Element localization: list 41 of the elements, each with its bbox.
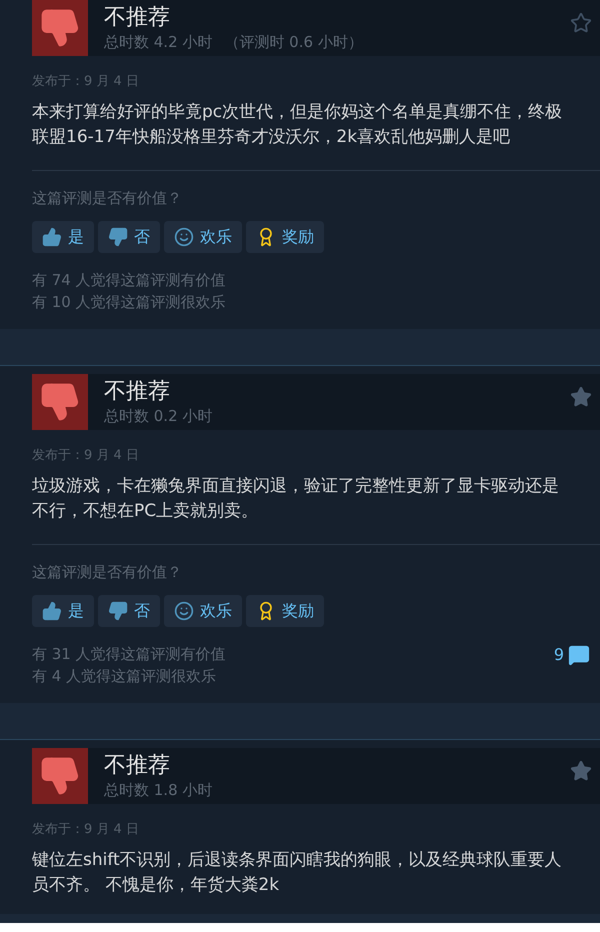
thumbs-down-icon <box>108 601 128 621</box>
star-icon[interactable] <box>570 760 592 782</box>
playtime-at-review-text: （评测时 0.6 小时） <box>224 32 363 52</box>
helpful-question: 这篇评测是否有价值？ <box>32 188 183 208</box>
comments-link[interactable]: 9 <box>554 643 590 667</box>
vote-button[interactable]: 否 <box>98 221 160 253</box>
vote-button[interactable]: 奖励 <box>246 595 324 627</box>
playtime-text: 总时数 1.8 小时 <box>104 780 212 800</box>
not-recommended-icon <box>32 0 88 56</box>
thumbs-up-icon <box>42 601 62 621</box>
playtime-text: 总时数 4.2 小时 <box>104 32 212 52</box>
not-recommended-icon <box>32 748 88 804</box>
helpful-count: 有 31 人觉得这篇评测有价值 <box>32 644 227 665</box>
playtime-text: 总时数 0.2 小时 <box>104 406 212 426</box>
smiley-icon <box>174 227 194 247</box>
vote-button[interactable]: 欢乐 <box>164 595 242 627</box>
helpful-count: 有 74 人觉得这篇评测有价值 <box>32 270 227 291</box>
review-text: 本来打算给好评的毕竟pc次世代，但是你妈这个名单是真绷不住，终极联盟16-17年快船没格里芬奇才没沃尔，2k喜欢乱他妈删人是吧 <box>32 100 564 148</box>
star-icon[interactable] <box>570 12 592 34</box>
review-text: 键位左shift不识别，后退读条界面闪瞎我的狗眼，以及经典球队重要人员不齐。 不愧是你，年货大粪2k <box>32 848 563 896</box>
review-text: 垃圾游戏，卡在獭兔界面直接闪退，验证了完整性更新了显卡驱动还是不行，不想在PC上卖就别卖。 <box>32 474 560 522</box>
thumbs-up-icon <box>42 227 62 247</box>
funny-count: 有 10 人觉得这篇评测很欢乐 <box>32 292 227 313</box>
thumbs-down-icon <box>108 227 128 247</box>
helpful-question: 这篇评测是否有价值？ <box>32 562 183 582</box>
posted-date: 发布于：9 月 4 日 <box>32 821 140 839</box>
vote-button[interactable]: 是 <box>32 595 94 627</box>
vote-button[interactable]: 欢乐 <box>164 221 242 253</box>
vote-button[interactable]: 奖励 <box>246 221 324 253</box>
verdict-title: 不推荐 <box>104 752 171 780</box>
vote-button[interactable]: 是 <box>32 221 94 253</box>
vote-button[interactable]: 否 <box>98 595 160 627</box>
posted-date: 发布于：9 月 4 日 <box>32 73 140 91</box>
funny-count: 有 4 人觉得这篇评测很欢乐 <box>32 666 218 687</box>
verdict-title: 不推荐 <box>104 4 171 32</box>
star-icon[interactable] <box>570 386 592 408</box>
posted-date: 发布于：9 月 4 日 <box>32 447 140 465</box>
not-recommended-icon <box>32 374 88 430</box>
comment-icon <box>568 644 590 666</box>
verdict-title: 不推荐 <box>104 378 171 406</box>
smiley-icon <box>174 601 194 621</box>
